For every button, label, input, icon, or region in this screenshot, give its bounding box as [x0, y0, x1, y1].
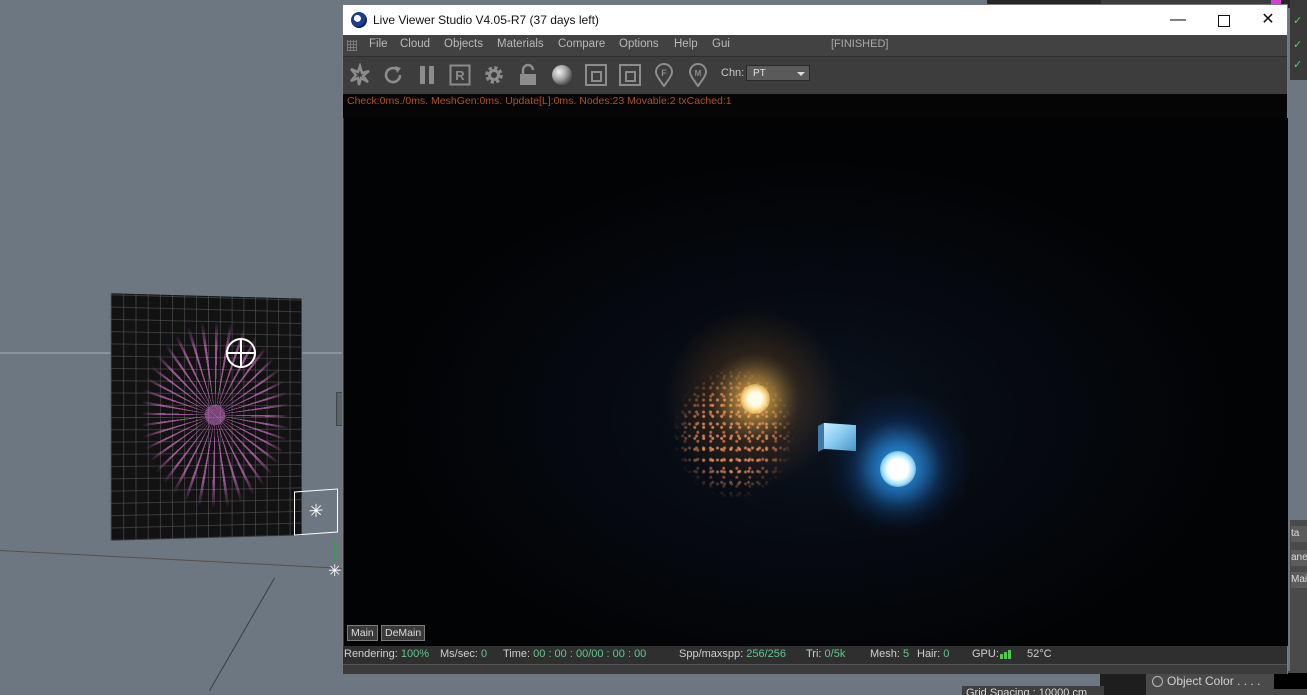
stats-text: Check:0ms./0ms. MeshGen:0ms. Update[L]:0…	[347, 95, 732, 107]
svg-text:M: M	[695, 69, 702, 78]
attribute-side-tabs: ta ane Mai	[1290, 520, 1307, 695]
svg-text:F: F	[661, 68, 667, 78]
status-bar: Rendering: 100% Ms/sec: 0 Time: 00 : 00 …	[343, 646, 1287, 664]
restart-icon[interactable]	[380, 62, 406, 88]
menu-file[interactable]: File	[369, 38, 388, 50]
stats-bar: Check:0ms./0ms. MeshGen:0ms. Update[L]:0…	[343, 94, 1287, 118]
window-title: Live Viewer Studio V4.05-R7 (37 days lef…	[373, 13, 599, 27]
object-enable-column: ✓ ✓ ✓	[1290, 0, 1307, 80]
minimize-button[interactable]: —	[1155, 5, 1201, 35]
blue-light-sphere	[880, 451, 916, 487]
live-viewer-window: Live Viewer Studio V4.05-R7 (37 days lef…	[342, 4, 1288, 674]
sphere-light-gizmo[interactable]	[226, 338, 256, 368]
send-scene-icon[interactable]	[347, 62, 373, 88]
particle-sparks	[674, 368, 794, 498]
material-pick-icon[interactable]: M	[685, 62, 711, 88]
menu-compare[interactable]: Compare	[558, 38, 605, 50]
tab-main[interactable]: Main	[347, 625, 378, 641]
close-button[interactable]: ✕	[1245, 5, 1291, 35]
gpu-usage-bars-icon	[1000, 650, 1016, 659]
area-light-gizmo[interactable]: ✳	[294, 488, 338, 536]
channel-select[interactable]: PT	[746, 65, 810, 81]
rendering-status: Rendering: 100%	[344, 648, 430, 660]
maximize-button[interactable]	[1201, 5, 1247, 35]
spp-status: Spp/maxspp: 256/256	[679, 648, 787, 660]
focus-pick-icon[interactable]: F	[651, 62, 677, 88]
y-axis-handle[interactable]	[333, 540, 335, 562]
tab-demain[interactable]: DeMain	[381, 625, 426, 641]
mssec-status: Ms/sec: 0	[440, 648, 488, 660]
object-color-label: Object Color . . . .	[1167, 674, 1261, 688]
window-bottom-edge	[343, 664, 1287, 674]
tri-status: Tri: 0/5k	[806, 648, 846, 660]
hair-status: Hair: 0	[917, 648, 950, 660]
world-origin-icon: ✳	[328, 563, 342, 580]
channel-label: Chn:	[721, 67, 745, 79]
region-render-icon[interactable]: R	[447, 62, 473, 88]
settings-gear-icon[interactable]	[481, 62, 507, 88]
render-viewport[interactable]	[344, 118, 1288, 646]
menu-objects[interactable]: Objects	[444, 38, 483, 50]
check-icon[interactable]: ✓	[1293, 14, 1302, 27]
time-status: Time: 00 : 00 : 00/00 : 00 : 00	[503, 648, 647, 660]
maximize-icon	[1218, 15, 1230, 27]
check-icon[interactable]: ✓	[1293, 38, 1302, 51]
render-status: [FINISHED]	[831, 38, 889, 50]
orange-light-sphere	[740, 384, 770, 414]
menu-options[interactable]: Options	[619, 38, 659, 50]
cube-object	[824, 422, 856, 452]
particle-burst-preview	[140, 320, 290, 510]
toolbar: R F M Chn: PT	[343, 56, 1287, 95]
pause-icon[interactable]	[414, 62, 440, 88]
clay-mode-icon[interactable]	[583, 62, 609, 88]
object-color-swatch[interactable]	[1274, 673, 1307, 689]
side-tab-3[interactable]: Mai	[1291, 572, 1307, 588]
gpu-label: GPU:	[972, 648, 999, 660]
gpu-temperature: 52°C	[1027, 648, 1052, 660]
object-color-row[interactable]: Object Color . . . .	[1146, 671, 1307, 695]
attribute-panel-dark-cell	[1100, 672, 1146, 695]
menu-materials[interactable]: Materials	[497, 38, 544, 50]
menu-help[interactable]: Help	[674, 38, 698, 50]
object-color-radio[interactable]	[1152, 676, 1163, 687]
check-icon[interactable]: ✓	[1293, 58, 1302, 71]
mesh-status: Mesh: 5	[870, 648, 910, 660]
menu-bar: File Cloud Objects Materials Compare Opt…	[343, 35, 1287, 56]
title-bar[interactable]: Live Viewer Studio V4.05-R7 (37 days lef…	[343, 5, 1287, 35]
menu-gui[interactable]: Gui	[712, 38, 730, 50]
menu-cloud[interactable]: Cloud	[400, 38, 430, 50]
subsample-icon[interactable]	[617, 62, 643, 88]
grip-icon[interactable]	[347, 40, 357, 51]
svg-text:R: R	[455, 68, 465, 83]
lock-icon[interactable]	[515, 62, 541, 88]
channel-value: PT	[753, 68, 766, 79]
material-ball-icon[interactable]	[549, 62, 575, 88]
chevron-down-icon	[797, 72, 805, 76]
cinema4d-app-icon	[351, 12, 367, 28]
side-tab-2[interactable]: ane	[1291, 550, 1307, 566]
side-tab-1[interactable]: ta	[1291, 526, 1307, 542]
grid-spacing-readout: Grid Spacing : 10000 cm	[962, 686, 1104, 695]
